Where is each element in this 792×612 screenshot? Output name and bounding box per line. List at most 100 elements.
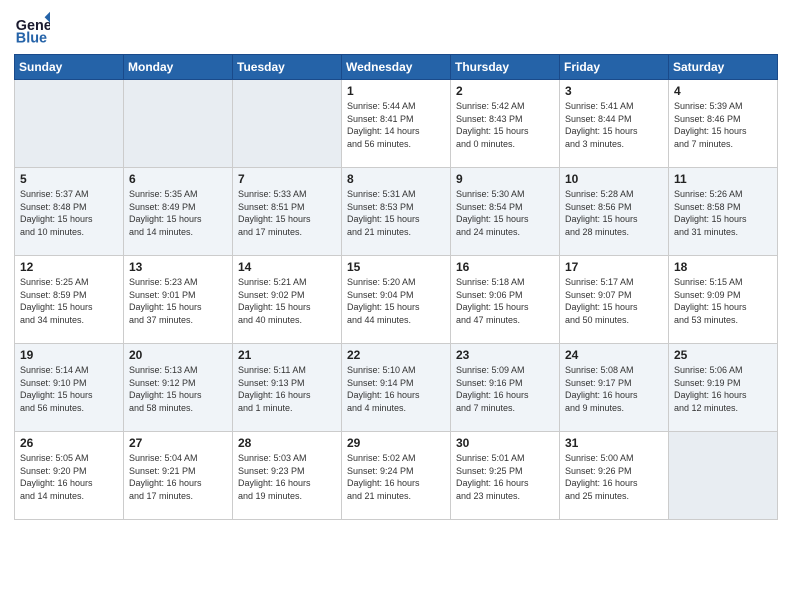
day-info: Sunrise: 5:26 AM Sunset: 8:58 PM Dayligh… [674,188,772,238]
calendar-table: SundayMondayTuesdayWednesdayThursdayFrid… [14,54,778,520]
day-number: 1 [347,84,445,98]
day-cell: 6 Sunrise: 5:35 AM Sunset: 8:49 PM Daylig… [124,168,233,256]
day-info: Sunrise: 5:11 AM Sunset: 9:13 PM Dayligh… [238,364,336,414]
day-info: Sunrise: 5:30 AM Sunset: 8:54 PM Dayligh… [456,188,554,238]
day-info: Sunrise: 5:05 AM Sunset: 9:20 PM Dayligh… [20,452,118,502]
day-cell: 11Sunrise: 5:26 AM Sunset: 8:58 PM Dayli… [669,168,778,256]
day-number: 18 [674,260,772,274]
day-info: Sunrise: 5:33 AM Sunset: 8:51 PM Dayligh… [238,188,336,238]
day-cell: 30 Sunrise: 5:01 AM Sunset: 9:25 PM Dayli… [451,432,560,520]
day-number: 16 [456,260,554,274]
day-number: 8 [347,172,445,186]
day-number: 31 [565,436,663,450]
day-info: Sunrise: 5:20 AM Sunset: 9:04 PM Dayligh… [347,276,445,326]
day-number: 27 [129,436,227,450]
day-number: 20 [129,348,227,362]
day-cell: 29 Sunrise: 5:02 AM Sunset: 9:24 PM Dayli… [342,432,451,520]
day-cell: 14 Sunrise: 5:21 AM Sunset: 9:02 PM Dayli… [233,256,342,344]
day-info: Sunrise: 5:14 AM Sunset: 9:10 PM Dayligh… [20,364,118,414]
day-number: 28 [238,436,336,450]
day-number: 10 [565,172,663,186]
day-cell: 27Sunrise: 5:04 AM Sunset: 9:21 PM Dayli… [124,432,233,520]
weekday-header-monday: Monday [124,55,233,80]
day-cell: 22Sunrise: 5:10 AM Sunset: 9:14 PM Dayli… [342,344,451,432]
day-number: 12 [20,260,118,274]
day-number: 21 [238,348,336,362]
day-cell: 15Sunrise: 5:20 AM Sunset: 9:04 PM Dayli… [342,256,451,344]
day-number: 3 [565,84,663,98]
svg-text:Blue: Blue [16,30,47,46]
day-number: 19 [20,348,118,362]
day-number: 6 [129,172,227,186]
day-info: Sunrise: 5:41 AM Sunset: 8:44 PM Dayligh… [565,100,663,150]
weekday-header-friday: Friday [560,55,669,80]
day-cell: 7 Sunrise: 5:33 AM Sunset: 8:51 PM Daylig… [233,168,342,256]
day-info: Sunrise: 5:37 AM Sunset: 8:48 PM Dayligh… [20,188,118,238]
day-cell [233,80,342,168]
calendar-body: 1 Sunrise: 5:44 AM Sunset: 8:41 PM Daylig… [15,80,778,520]
day-cell [15,80,124,168]
day-info: Sunrise: 5:28 AM Sunset: 8:56 PM Dayligh… [565,188,663,238]
day-cell: 13 Sunrise: 5:23 AM Sunset: 9:01 PM Dayli… [124,256,233,344]
day-cell: 26 Sunrise: 5:05 AM Sunset: 9:20 PM Dayli… [15,432,124,520]
day-info: Sunrise: 5:09 AM Sunset: 9:16 PM Dayligh… [456,364,554,414]
day-info: Sunrise: 5:39 AM Sunset: 8:46 PM Dayligh… [674,100,772,150]
week-row-2: 5 Sunrise: 5:37 AM Sunset: 8:48 PM Daylig… [15,168,778,256]
day-info: Sunrise: 5:00 AM Sunset: 9:26 PM Dayligh… [565,452,663,502]
calendar-container: General Blue SundayMondayTuesdayWednesda… [0,0,792,530]
day-cell: 9 Sunrise: 5:30 AM Sunset: 8:54 PM Daylig… [451,168,560,256]
day-number: 25 [674,348,772,362]
day-number: 26 [20,436,118,450]
weekday-header-wednesday: Wednesday [342,55,451,80]
day-info: Sunrise: 5:42 AM Sunset: 8:43 PM Dayligh… [456,100,554,150]
day-info: Sunrise: 5:23 AM Sunset: 9:01 PM Dayligh… [129,276,227,326]
day-number: 30 [456,436,554,450]
day-number: 4 [674,84,772,98]
logo: General Blue [14,10,54,46]
day-cell: 23Sunrise: 5:09 AM Sunset: 9:16 PM Dayli… [451,344,560,432]
day-cell: 31 Sunrise: 5:00 AM Sunset: 9:26 PM Dayli… [560,432,669,520]
day-info: Sunrise: 5:35 AM Sunset: 8:49 PM Dayligh… [129,188,227,238]
day-info: Sunrise: 5:31 AM Sunset: 8:53 PM Dayligh… [347,188,445,238]
day-number: 5 [20,172,118,186]
day-cell [669,432,778,520]
day-info: Sunrise: 5:13 AM Sunset: 9:12 PM Dayligh… [129,364,227,414]
day-cell: 3 Sunrise: 5:41 AM Sunset: 8:44 PM Daylig… [560,80,669,168]
header: General Blue [14,10,778,46]
week-row-3: 12Sunrise: 5:25 AM Sunset: 8:59 PM Dayli… [15,256,778,344]
day-info: Sunrise: 5:21 AM Sunset: 9:02 PM Dayligh… [238,276,336,326]
day-cell: 28 Sunrise: 5:03 AM Sunset: 9:23 PM Dayli… [233,432,342,520]
day-cell: 24 Sunrise: 5:08 AM Sunset: 9:17 PM Dayli… [560,344,669,432]
day-cell: 2Sunrise: 5:42 AM Sunset: 8:43 PM Daylig… [451,80,560,168]
day-cell: 4 Sunrise: 5:39 AM Sunset: 8:46 PM Daylig… [669,80,778,168]
weekday-header-sunday: Sunday [15,55,124,80]
weekday-header-row: SundayMondayTuesdayWednesdayThursdayFrid… [15,55,778,80]
day-cell: 21 Sunrise: 5:11 AM Sunset: 9:13 PM Dayli… [233,344,342,432]
day-number: 24 [565,348,663,362]
calendar-header: SundayMondayTuesdayWednesdayThursdayFrid… [15,55,778,80]
day-info: Sunrise: 5:17 AM Sunset: 9:07 PM Dayligh… [565,276,663,326]
day-number: 17 [565,260,663,274]
day-info: Sunrise: 5:15 AM Sunset: 9:09 PM Dayligh… [674,276,772,326]
week-row-4: 19 Sunrise: 5:14 AM Sunset: 9:10 PM Dayli… [15,344,778,432]
weekday-header-saturday: Saturday [669,55,778,80]
day-cell: 10 Sunrise: 5:28 AM Sunset: 8:56 PM Dayli… [560,168,669,256]
day-info: Sunrise: 5:08 AM Sunset: 9:17 PM Dayligh… [565,364,663,414]
day-cell: 25Sunrise: 5:06 AM Sunset: 9:19 PM Dayli… [669,344,778,432]
day-cell: 20 Sunrise: 5:13 AM Sunset: 9:12 PM Dayli… [124,344,233,432]
day-number: 7 [238,172,336,186]
day-number: 13 [129,260,227,274]
weekday-header-tuesday: Tuesday [233,55,342,80]
day-info: Sunrise: 5:03 AM Sunset: 9:23 PM Dayligh… [238,452,336,502]
day-info: Sunrise: 5:18 AM Sunset: 9:06 PM Dayligh… [456,276,554,326]
day-number: 14 [238,260,336,274]
day-number: 29 [347,436,445,450]
day-info: Sunrise: 5:01 AM Sunset: 9:25 PM Dayligh… [456,452,554,502]
weekday-header-thursday: Thursday [451,55,560,80]
day-info: Sunrise: 5:10 AM Sunset: 9:14 PM Dayligh… [347,364,445,414]
day-info: Sunrise: 5:02 AM Sunset: 9:24 PM Dayligh… [347,452,445,502]
day-cell [124,80,233,168]
day-number: 9 [456,172,554,186]
day-info: Sunrise: 5:44 AM Sunset: 8:41 PM Dayligh… [347,100,445,150]
day-cell: 18 Sunrise: 5:15 AM Sunset: 9:09 PM Dayli… [669,256,778,344]
